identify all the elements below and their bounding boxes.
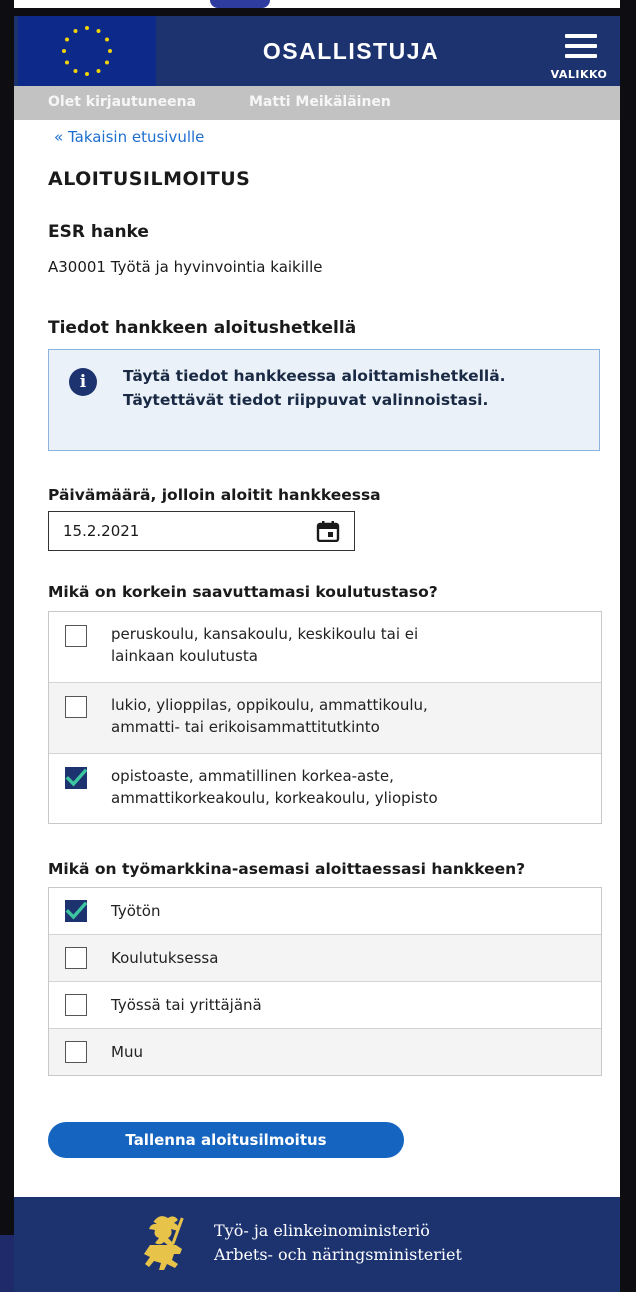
employment-checkbox[interactable] [65,947,87,969]
info-box: i Täytä tiedot hankkeessa aloittamishetk… [48,349,600,451]
info-icon: i [69,368,97,396]
lion-crest-icon [144,1216,184,1270]
screen-frame-left [0,0,14,1292]
education-option[interactable]: peruskoulu, kansakoulu, keskikoulu tai e… [49,612,601,683]
employment-option[interactable]: Työtön [49,888,601,935]
calendar-icon[interactable] [316,520,340,542]
project-value: A30001 Työtä ja hyvinvointia kaikille [48,258,323,276]
screen-frame-right [620,0,636,1292]
page-title: ALOITUSILMOITUS [48,168,251,190]
employment-option-label: Koulutuksessa [111,949,219,967]
save-start-notice-button[interactable]: Tallenna aloitusilmoitus [48,1122,404,1158]
decorative-tab [210,0,270,8]
footer: Työ- ja elinkeinoministeriö Arbets- och … [14,1197,620,1292]
education-option[interactable]: opistoaste, ammatillinen korkea-aste, amm… [49,754,601,823]
screen-frame-strip [10,8,626,16]
login-status-bar: Olet kirjautuneena Matti Meikäläinen [14,86,620,120]
start-date-value: 15.2.2021 [63,522,140,540]
education-checkbox[interactable] [65,625,87,647]
eu-flag-icon [18,16,156,86]
employment-checkbox-checked[interactable] [65,900,87,922]
app-title: OSALLISTUJA [262,38,440,64]
project-label: ESR hanke [48,222,149,242]
info-line: Täytä tiedot hankkeessa aloittamishetkel… [123,367,506,385]
employment-options: Työtön Koulutuksessa Työssä tai yrittäjä… [48,887,602,1076]
info-text: Täytä tiedot hankkeessa aloittamishetkel… [123,364,583,412]
employment-question: Mikä on työmarkkina-asemasi aloittaessas… [48,860,526,878]
app-screen: OSALLISTUJA VALIKKO Olet kirjautuneena M… [14,16,620,1292]
employment-checkbox[interactable] [65,994,87,1016]
ministry-name: Työ- ja elinkeinoministeriö Arbets- och … [214,1219,462,1267]
employment-option[interactable]: Muu [49,1029,601,1075]
education-checkbox[interactable] [65,696,87,718]
employment-option-label: Työssä tai yrittäjänä [111,996,262,1014]
employment-checkbox[interactable] [65,1041,87,1063]
education-option-label: peruskoulu, kansakoulu, keskikoulu tai e… [111,625,419,665]
employment-option[interactable]: Koulutuksessa [49,935,601,982]
education-options: peruskoulu, kansakoulu, keskikoulu tai e… [48,611,602,824]
menu-icon [565,34,597,64]
education-question: Mikä on korkein saavuttamasi koulutustas… [48,583,438,601]
app-header: OSALLISTUJA VALIKKO [14,16,620,86]
ministry-name-sv: Arbets- och näringsministeriet [214,1245,462,1264]
back-to-home-link[interactable]: « Takaisin etusivulle [54,128,204,146]
education-option-label: opistoaste, ammatillinen korkea-aste, amm… [111,767,438,807]
employment-option-label: Työtön [111,902,161,920]
employment-option[interactable]: Työssä tai yrittäjänä [49,982,601,1029]
education-option-label: lukio, ylioppilas, oppikoulu, ammattikou… [111,696,428,736]
education-option[interactable]: lukio, ylioppilas, oppikoulu, ammattikou… [49,683,601,754]
checkmark-icon [65,901,87,920]
menu-label: VALIKKO [550,68,608,81]
date-field-label: Päivämäärä, jolloin aloitit hankkeessa [48,486,381,504]
start-date-input[interactable]: 15.2.2021 [48,511,355,551]
info-line: Täytettävät tiedot riippuvat valinnoista… [123,391,489,409]
ministry-name-fi: Työ- ja elinkeinoministeriö [214,1221,430,1240]
employment-option-label: Muu [111,1043,143,1061]
logged-in-user: Matti Meikäläinen [249,94,391,110]
checkmark-icon [65,768,87,787]
education-checkbox-checked[interactable] [65,767,87,789]
menu-button[interactable]: VALIKKO [538,28,620,81]
start-info-title: Tiedot hankkeen aloitushetkellä [48,318,357,338]
decorative-corner [0,1235,14,1292]
login-prefix: Olet kirjautuneena [48,94,197,110]
